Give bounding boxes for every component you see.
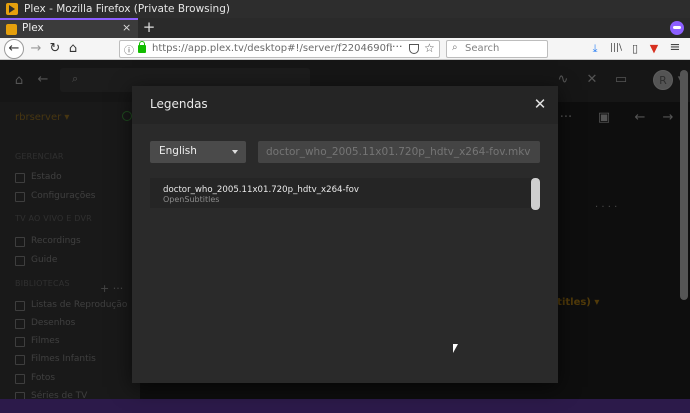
result-filename: doctor_who_2005.11x01.720p_hdtv_x264-fov [163,185,359,195]
bookmark-star-icon[interactable]: ☆ [424,41,435,55]
filename-search-input[interactable] [258,141,540,163]
page-actions-button[interactable]: ··· [392,41,403,53]
pocket-icon[interactable] [409,44,419,54]
url-text[interactable]: https://app.plex.tv/desktop#!/server/f22… [152,43,392,54]
tab-plex[interactable]: Plex × [0,18,138,38]
window-titlebar: Plex - Mozilla Firefox (Private Browsing… [0,0,690,18]
tab-close-icon[interactable]: × [122,21,131,34]
private-browsing-icon [670,21,684,35]
lock-icon [138,41,146,53]
plex-logo-icon [6,3,18,15]
plex-favicon-icon [6,24,17,35]
result-source: OpenSubtitles [163,195,220,204]
back-button[interactable]: ← [4,39,24,59]
chevron-down-icon [232,150,238,154]
close-icon[interactable]: ✕ [532,95,548,113]
navigation-toolbar: ← → ↻ ⌂ ⓘ https://app.plex.tv/desktop#!/… [0,38,690,60]
forward-button[interactable]: → [27,40,45,58]
language-select[interactable]: English [150,141,246,163]
bottom-strip [0,399,690,413]
modal-header: Legendas ✕ [132,86,558,124]
sidebar-toggle-icon[interactable]: ▯ [628,42,642,55]
window-title: Plex - Mozilla Firefox (Private Browsing… [24,3,230,15]
search-placeholder: Search [465,43,500,54]
home-button[interactable]: ⌂ [64,40,82,58]
subtitles-modal: Legendas ✕ English doctor_who_2005.11x01… [132,86,558,383]
search-icon: ⌕ [452,42,458,53]
subtitle-result-row[interactable]: doctor_who_2005.11x01.720p_hdtv_x264-fov… [150,178,540,208]
menu-icon[interactable]: ≡ [668,40,682,55]
tab-label: Plex [22,22,44,34]
language-value: English [159,145,197,157]
shield-icon[interactable]: ▼ [647,42,661,55]
download-icon[interactable]: ⤓ [588,42,602,56]
reload-button[interactable]: ↻ [46,40,64,58]
page-scrollbar[interactable] [680,70,688,300]
site-info-icon[interactable]: ⓘ [124,42,134,57]
tab-strip: Plex × + [0,18,690,38]
results-scrollbar[interactable] [531,178,540,210]
new-tab-button[interactable]: + [142,18,156,36]
search-box[interactable]: ⌕ Search [446,40,548,58]
library-icon[interactable]: |||\ [609,43,623,53]
mouse-cursor-icon [453,344,458,353]
modal-title: Legendas [150,97,208,111]
url-bar[interactable]: ⓘ https://app.plex.tv/desktop#!/server/f… [119,40,440,58]
